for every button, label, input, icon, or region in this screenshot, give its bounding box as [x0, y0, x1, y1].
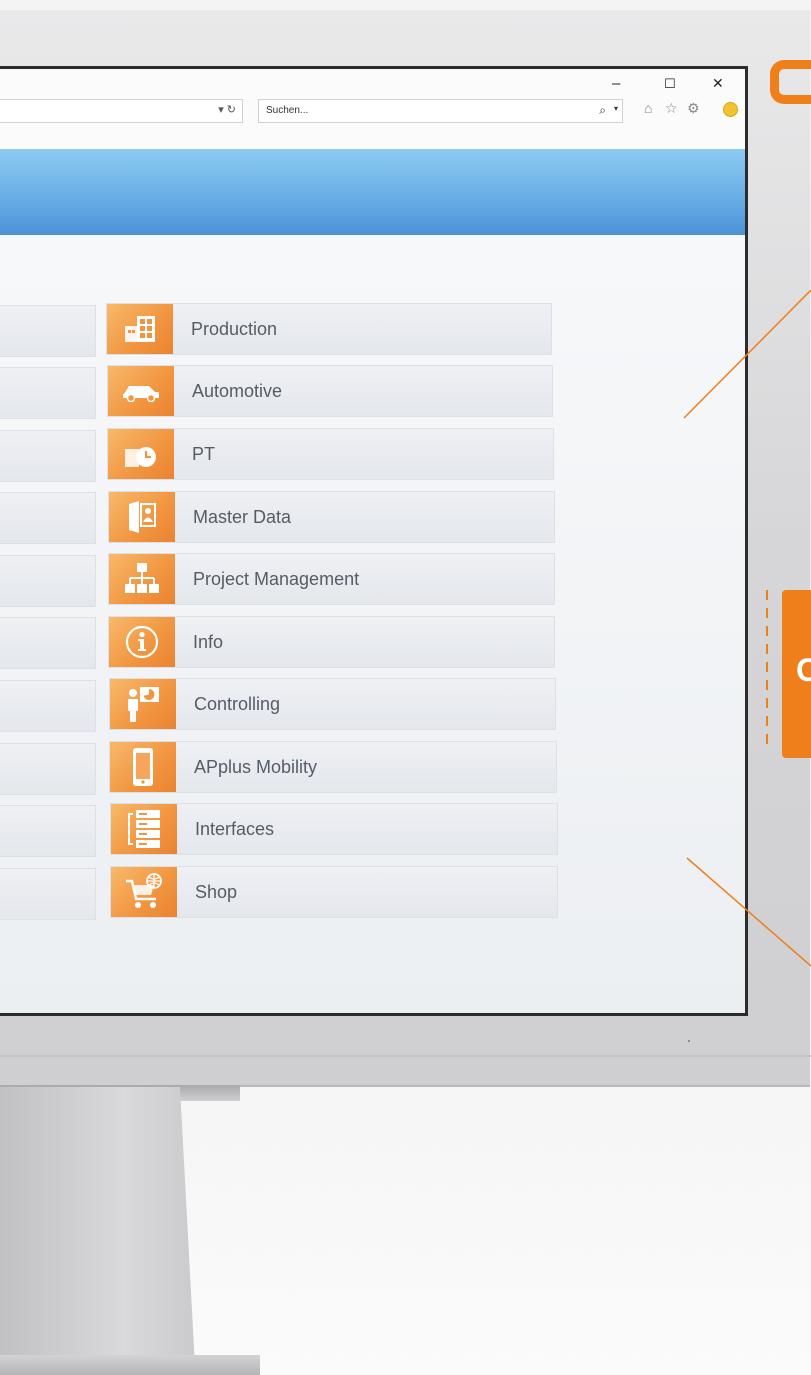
callout-lines: [683, 289, 811, 967]
callout-line-upper: [683, 289, 811, 419]
callout-line-lower: [686, 857, 811, 967]
